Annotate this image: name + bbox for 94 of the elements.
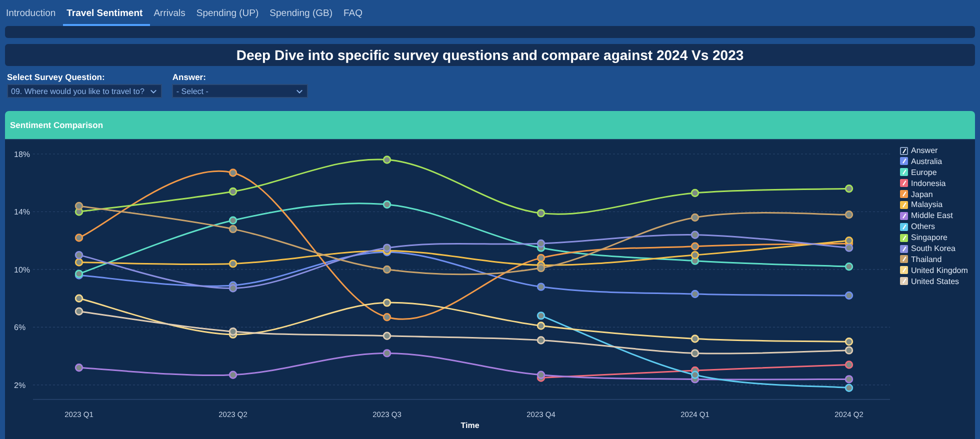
select-field[interactable]: 09. Where would you like to travel to? — [7, 84, 162, 98]
data-point — [74, 307, 84, 316]
legend-label[interactable]: Others — [911, 222, 936, 232]
nav-tab[interactable]: FAQ — [340, 0, 370, 26]
axis-tick-label: 6% — [14, 323, 26, 332]
page-title: Deep Dive into specific survey questions and compare against 2024 Vs 2023 — [5, 44, 975, 66]
data-point — [74, 234, 84, 242]
legend-label[interactable]: Europe — [911, 168, 937, 177]
data-point — [74, 258, 84, 266]
data-point — [382, 332, 392, 340]
data-point — [536, 239, 546, 248]
data-point — [690, 188, 700, 198]
data-point — [74, 364, 84, 372]
data-point — [228, 224, 238, 234]
data-point — [382, 200, 392, 209]
legend-label[interactable]: Singapore — [911, 233, 948, 242]
checkbox[interactable] — [900, 146, 908, 154]
data-point — [228, 216, 238, 224]
data-point — [74, 294, 84, 302]
legend-label[interactable]: Japan — [911, 190, 933, 199]
nav-tab[interactable]: Spending (GB) — [266, 0, 340, 26]
checkbox[interactable] — [900, 234, 908, 242]
data-point — [844, 210, 854, 219]
data-point — [382, 298, 392, 307]
checkbox[interactable] — [900, 200, 908, 209]
data-point — [844, 384, 854, 392]
data-point — [536, 336, 546, 344]
data-point — [382, 349, 392, 358]
caret-icon — [150, 88, 158, 94]
legend-label[interactable]: Malaysia — [911, 200, 943, 210]
checkbox[interactable] — [900, 277, 908, 286]
data-point — [690, 250, 700, 260]
checkbox[interactable] — [900, 212, 908, 220]
legend-label[interactable]: United States — [911, 276, 960, 286]
checkbox[interactable] — [900, 244, 908, 253]
data-point — [536, 254, 546, 262]
data-point — [690, 349, 700, 358]
nav-tab[interactable]: Introduction — [2, 0, 63, 26]
checkbox[interactable] — [900, 168, 908, 176]
data-point — [690, 230, 700, 239]
data-point — [690, 370, 700, 379]
checkbox[interactable] — [900, 190, 908, 198]
legend-label[interactable]: United Kingdom — [911, 266, 968, 275]
data-point — [844, 346, 854, 354]
data-point — [382, 265, 392, 274]
field-label: Select Survey Question: — [7, 72, 106, 82]
caret-icon — [296, 88, 304, 94]
data-point — [382, 156, 392, 164]
data-point — [844, 375, 854, 384]
data-point — [844, 360, 854, 369]
nav-tab[interactable]: Spending (UP) — [192, 0, 266, 26]
card-title: Sentiment Comparison — [5, 111, 975, 140]
legend-label[interactable]: Thailand — [911, 254, 942, 264]
legend-label[interactable]: Australia — [911, 156, 942, 166]
data-point — [536, 312, 546, 320]
data-point — [536, 209, 546, 218]
data-point — [690, 242, 700, 250]
data-point — [382, 313, 392, 322]
data-point — [228, 260, 238, 268]
select-field[interactable]: - Select - — [172, 84, 308, 98]
data-point — [844, 262, 854, 271]
axis-tick-label: 2% — [14, 380, 26, 390]
checkbox[interactable] — [900, 266, 908, 274]
data-point — [382, 244, 392, 252]
data-point — [690, 290, 700, 298]
data-point — [690, 213, 700, 222]
data-point — [228, 187, 238, 196]
checkbox[interactable] — [900, 222, 908, 231]
axis-tick-label: 14% — [14, 208, 30, 217]
nav-tab[interactable]: Arrivals — [150, 0, 192, 26]
data-point — [536, 282, 546, 291]
checkbox[interactable] — [900, 255, 908, 264]
data-point — [536, 264, 546, 272]
checkbox[interactable] — [900, 157, 908, 166]
data-point — [536, 370, 546, 379]
data-point — [228, 370, 238, 379]
data-point — [536, 322, 546, 330]
axis-title: Time — [460, 421, 480, 430]
axis-tick-label: 10% — [14, 265, 30, 274]
data-point — [844, 184, 854, 193]
data-point — [74, 250, 84, 260]
data-point — [844, 291, 854, 300]
legend-label[interactable]: Middle East — [911, 211, 953, 220]
data-point — [228, 168, 238, 177]
axis-tick-label: 18% — [14, 150, 30, 159]
checkbox[interactable] — [900, 179, 908, 188]
data-point — [228, 327, 238, 336]
data-point — [844, 338, 854, 346]
legend-label[interactable]: Indonesia — [911, 178, 946, 188]
data-point — [690, 334, 700, 343]
legend-label[interactable]: South Korea — [911, 244, 956, 254]
data-point — [74, 202, 84, 210]
legend-label: Answer — [911, 146, 938, 155]
field-label: Answer: — [172, 72, 207, 82]
